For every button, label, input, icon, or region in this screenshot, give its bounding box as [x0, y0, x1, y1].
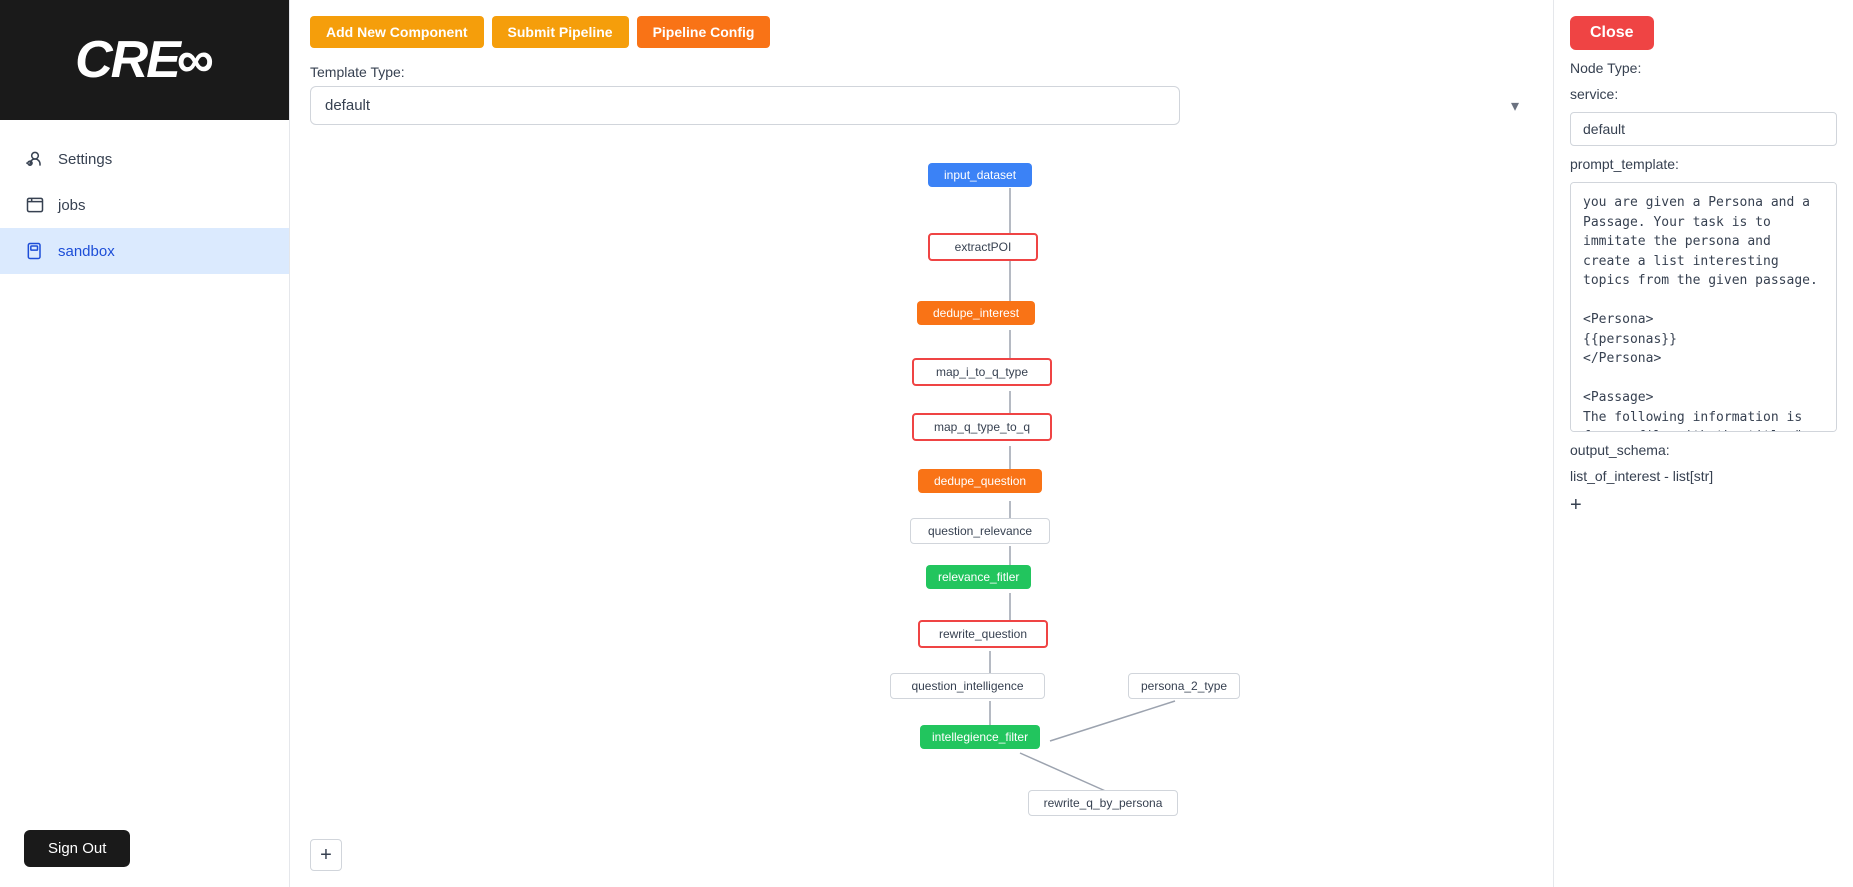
sidebar-nav: Settings jobs sandbox	[0, 120, 289, 810]
node-map-q-type-to-q[interactable]: map_q_type_to_q	[912, 413, 1052, 441]
template-type-select[interactable]: default	[310, 86, 1180, 125]
right-panel: Close Node Type: service: prompt_templat…	[1553, 0, 1853, 887]
sidebar-item-settings[interactable]: Settings	[0, 136, 289, 182]
output-schema-label: output_schema:	[1570, 442, 1837, 458]
logo-text: CRE∞	[75, 30, 214, 90]
node-input-dataset[interactable]: input_dataset	[928, 163, 1032, 187]
prompt-template-textarea[interactable]: you are given a Persona and a Passage. Y…	[1570, 182, 1837, 432]
add-schema-button[interactable]: +	[1570, 494, 1837, 517]
pipeline-config-button[interactable]: Pipeline Config	[637, 16, 771, 48]
pipeline-canvas[interactable]: input_dataset extractPOI dedupe_interest…	[290, 133, 1553, 887]
jobs-icon	[24, 194, 46, 216]
sidebar-item-sandbox[interactable]: sandbox	[0, 228, 289, 274]
node-dedupe-question[interactable]: dedupe_question	[918, 469, 1042, 493]
service-label: service:	[1570, 86, 1837, 102]
template-section: Template Type: default ▾	[290, 56, 1553, 133]
service-input[interactable]	[1570, 112, 1837, 146]
node-rewrite-question[interactable]: rewrite_question	[918, 620, 1048, 648]
output-schema-value: list_of_interest - list[str]	[1570, 468, 1837, 484]
node-question-relevance[interactable]: question_relevance	[910, 518, 1050, 544]
sidebar-item-jobs[interactable]: jobs	[0, 182, 289, 228]
node-map-i-to-q-type[interactable]: map_i_to_q_type	[912, 358, 1052, 386]
sandbox-label: sandbox	[58, 243, 115, 260]
sandbox-icon	[24, 240, 46, 262]
pipeline-nodes: input_dataset extractPOI dedupe_interest…	[290, 133, 1553, 887]
submit-pipeline-button[interactable]: Submit Pipeline	[492, 16, 629, 48]
jobs-label: jobs	[58, 197, 86, 214]
prompt-template-label: prompt_template:	[1570, 156, 1837, 172]
node-relevance-filter[interactable]: relevance_fitler	[926, 565, 1031, 589]
toolbar: Add New Component Submit Pipeline Pipeli…	[290, 0, 1553, 56]
sidebar-footer: Sign Out	[0, 810, 289, 887]
main-content: Add New Component Submit Pipeline Pipeli…	[290, 0, 1553, 887]
node-type-label: Node Type:	[1570, 60, 1837, 76]
node-rewrite-q-by-persona[interactable]: rewrite_q_by_persona	[1028, 790, 1178, 816]
template-select-wrapper: default ▾	[310, 86, 1533, 125]
close-button[interactable]: Close	[1570, 16, 1654, 50]
node-intellegience-filter[interactable]: intellegience_filter	[920, 725, 1040, 749]
node-question-intelligence[interactable]: question_intelligence	[890, 673, 1045, 699]
settings-icon	[24, 148, 46, 170]
sidebar: CRE∞ Settings jobs	[0, 0, 290, 887]
node-dedupe-interest[interactable]: dedupe_interest	[917, 301, 1035, 325]
node-extractPOI[interactable]: extractPOI	[928, 233, 1038, 261]
template-type-label: Template Type:	[310, 64, 1533, 80]
settings-label: Settings	[58, 151, 112, 168]
node-persona-2-type[interactable]: persona_2_type	[1128, 673, 1240, 699]
add-node-button[interactable]: +	[310, 839, 342, 871]
logo-container: CRE∞	[0, 0, 289, 120]
chevron-down-icon: ▾	[1511, 96, 1519, 116]
sign-out-button[interactable]: Sign Out	[24, 830, 130, 867]
add-new-component-button[interactable]: Add New Component	[310, 16, 484, 48]
